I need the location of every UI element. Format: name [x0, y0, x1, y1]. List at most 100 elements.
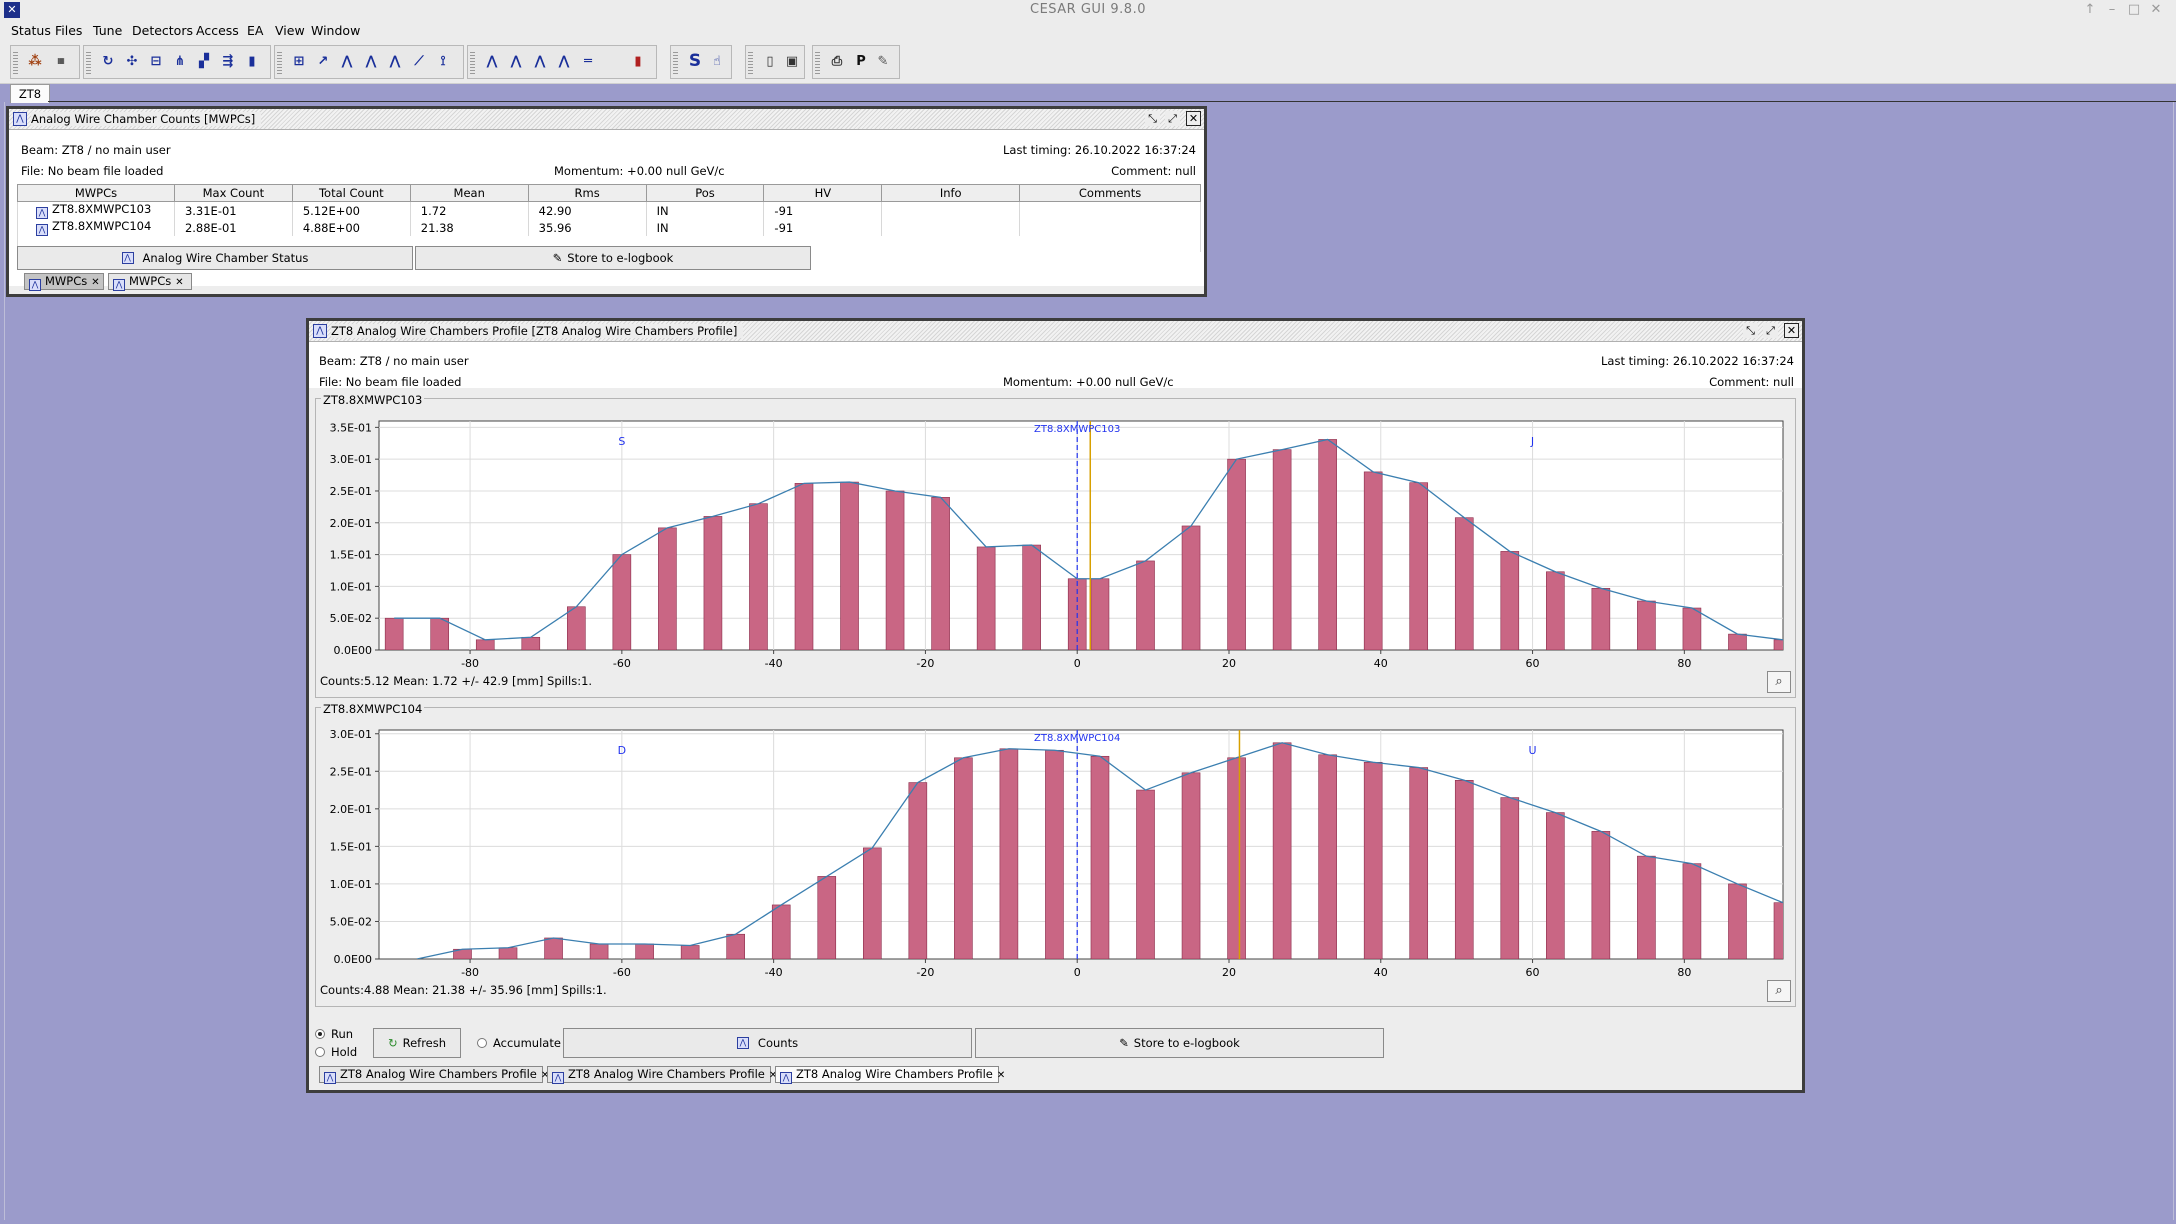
tab-profile-1[interactable]: ⋀ ZT8 Analog Wire Chambers Profile ✕: [319, 1066, 549, 1084]
chamber4-icon[interactable]: ⋀: [554, 51, 574, 71]
iconify-icon[interactable]: ⤡: [1145, 111, 1160, 126]
wand-icon[interactable]: ⟋: [409, 51, 429, 71]
chamber-icon: ⋀: [324, 1072, 336, 1084]
menu-files[interactable]: Files: [55, 23, 82, 38]
col-pos[interactable]: Pos: [645, 184, 765, 202]
menu-tune[interactable]: Tune: [93, 23, 122, 38]
tab-mwpcs-2[interactable]: ⋀ MWPCs ✕: [108, 273, 192, 291]
col-info[interactable]: Info: [881, 184, 1021, 202]
file-label: File: No beam file loaded: [319, 375, 462, 389]
pen-icon[interactable]: ✎: [873, 51, 893, 71]
accumulate-checkbox[interactable]: Accumulate: [477, 1036, 561, 1050]
profile3-icon[interactable]: ⋀: [385, 51, 405, 71]
scale-icon[interactable]: ═: [578, 51, 598, 71]
tab-close-icon[interactable]: ✕: [175, 277, 183, 288]
magnet-icon[interactable]: ⋔: [170, 51, 190, 71]
toolbar-grip[interactable]: [748, 50, 753, 74]
toolbar-grip[interactable]: [815, 50, 820, 74]
menu-access[interactable]: Access: [196, 23, 239, 38]
chamber3-icon[interactable]: ⋀: [530, 51, 550, 71]
window-up-icon[interactable]: ↑: [2080, 1, 2100, 19]
toolbar-grip[interactable]: [470, 50, 475, 74]
profile-chart-mwpc103[interactable]: 0.0E00 5.0E-02 1.0E-01 1.5E-01 2.0E-01 2.5E-0…: [316, 399, 1795, 697]
col-rms[interactable]: Rms: [527, 184, 647, 202]
split-icon[interactable]: ⇶: [218, 51, 238, 71]
table-row[interactable]: ⋀ ZT8.8XMWPC103 3.31E-01 5.12E+00 1.72 42…: [17, 201, 1201, 219]
zoom-icon[interactable]: ⌕: [1767, 980, 1791, 1002]
hold-radio[interactable]: Hold: [315, 1045, 357, 1059]
col-mean[interactable]: Mean: [409, 184, 529, 202]
menu-window[interactable]: Window: [311, 23, 360, 38]
store-to-elogbook-button[interactable]: ✎ Store to e-logbook: [975, 1028, 1384, 1058]
hand-icon[interactable]: ☝: [707, 51, 727, 71]
print-icon[interactable]: ⎙: [827, 51, 847, 71]
profile-window-titlebar[interactable]: ⋀ ZT8 Analog Wire Chambers Profile [ZT8 …: [309, 321, 1802, 342]
histogram-bar: [726, 933, 745, 959]
close-icon[interactable]: ✕: [1186, 111, 1201, 126]
tool-icon[interactable]: ⟟: [433, 51, 453, 71]
store-to-elogbook-button[interactable]: ✎ Store to e-logbook: [415, 246, 811, 270]
cell-max-count: 2.88E-01: [173, 219, 293, 236]
y-tick-label: 2.0E-01: [330, 803, 372, 816]
beam-icon[interactable]: ⁂: [25, 51, 45, 71]
tab-mwpcs-1[interactable]: ⋀ MWPCs ✕: [24, 273, 104, 291]
col-max-count[interactable]: Max Count: [173, 184, 293, 202]
window-maximize-button[interactable]: □: [2124, 1, 2144, 19]
menu-status[interactable]: Status: [11, 23, 51, 38]
tab-close-icon[interactable]: ✕: [997, 1070, 1005, 1081]
equalizer-icon[interactable]: ⊟: [146, 51, 166, 71]
toolbar-grip[interactable]: [673, 50, 678, 74]
maximize-icon[interactable]: ⤢: [1165, 111, 1180, 126]
profile-chart-mwpc104[interactable]: 0.0E00 5.0E-02 1.0E-01 1.5E-01 2.0E-01 2.5E-0…: [316, 708, 1795, 1006]
profile-icon[interactable]: ⋀: [337, 51, 357, 71]
stop-icon[interactable]: ▮: [628, 51, 648, 71]
chamber-icon[interactable]: ⋀: [482, 51, 502, 71]
counts-button[interactable]: ⋀ Counts: [563, 1028, 972, 1058]
detector-icon[interactable]: ⊞: [289, 51, 309, 71]
col-hv[interactable]: HV: [763, 184, 883, 202]
analog-wire-chamber-status-button[interactable]: ⋀ Analog Wire Chamber Status: [17, 246, 413, 270]
histogram-bar: [1546, 812, 1565, 959]
save-icon[interactable]: ▣: [782, 51, 802, 71]
new-file-icon[interactable]: ▯: [760, 51, 780, 71]
toolbar-grip[interactable]: [277, 50, 282, 74]
close-icon[interactable]: ✕: [1784, 323, 1799, 338]
menu-ea[interactable]: EA: [247, 23, 263, 38]
histogram-bar: [1500, 551, 1520, 650]
book-icon[interactable]: ▮: [242, 51, 262, 71]
beam-tech-icon[interactable]: ▦: [51, 51, 71, 71]
plot-icon[interactable]: ▞: [194, 51, 214, 71]
perspective-tab-zt8[interactable]: ZT8: [10, 84, 50, 103]
tab-profile-2[interactable]: ⋀ ZT8 Analog Wire Chambers Profile ✕: [547, 1066, 777, 1084]
p-icon[interactable]: P: [851, 51, 871, 71]
cell-hv: -91: [763, 219, 883, 236]
window-minimize-button[interactable]: –: [2102, 1, 2122, 19]
maximize-icon[interactable]: ⤢: [1763, 323, 1778, 338]
tab-profile-3[interactable]: ⋀ ZT8 Analog Wire Chambers Profile ✕: [775, 1066, 1005, 1084]
refresh-button[interactable]: ↻ Refresh: [373, 1028, 461, 1058]
run-radio[interactable]: Run: [315, 1027, 353, 1041]
toolbar-grip[interactable]: [13, 50, 18, 74]
histogram-bar: [1318, 754, 1337, 959]
chamber2-icon[interactable]: ⋀: [506, 51, 526, 71]
window-close-button[interactable]: ✕: [2146, 1, 2166, 19]
zoom-icon[interactable]: ⌕: [1767, 671, 1791, 693]
table-row[interactable]: ⋀ ZT8.8XMWPC104 2.88E-01 4.88E+00 21.38 3…: [17, 219, 1201, 236]
toolbar-grip[interactable]: [86, 50, 91, 74]
scan-icon[interactable]: ↗: [313, 51, 333, 71]
counts-window-titlebar[interactable]: ⋀ Analog Wire Chamber Counts [MWPCs] ⤡ ⤢…: [9, 109, 1204, 130]
profile2-icon[interactable]: ⋀: [361, 51, 381, 71]
histogram-bar: [1591, 831, 1611, 959]
menu-detectors[interactable]: Detectors: [132, 23, 193, 38]
iconify-icon[interactable]: ⤡: [1743, 323, 1758, 338]
col-total-count[interactable]: Total Count: [291, 184, 411, 202]
col-mwpcs[interactable]: MWPCs: [17, 184, 175, 202]
refresh-icon[interactable]: ↻: [98, 51, 118, 71]
col-comments[interactable]: Comments: [1019, 184, 1201, 202]
tab-close-icon[interactable]: ✕: [91, 277, 99, 288]
menu-view[interactable]: View: [275, 23, 305, 38]
comment-label: Comment: null: [1111, 164, 1196, 178]
s-icon[interactable]: S: [685, 51, 705, 71]
x-tick-label: 40: [1374, 657, 1388, 670]
cross-icon[interactable]: ✣: [122, 51, 142, 71]
